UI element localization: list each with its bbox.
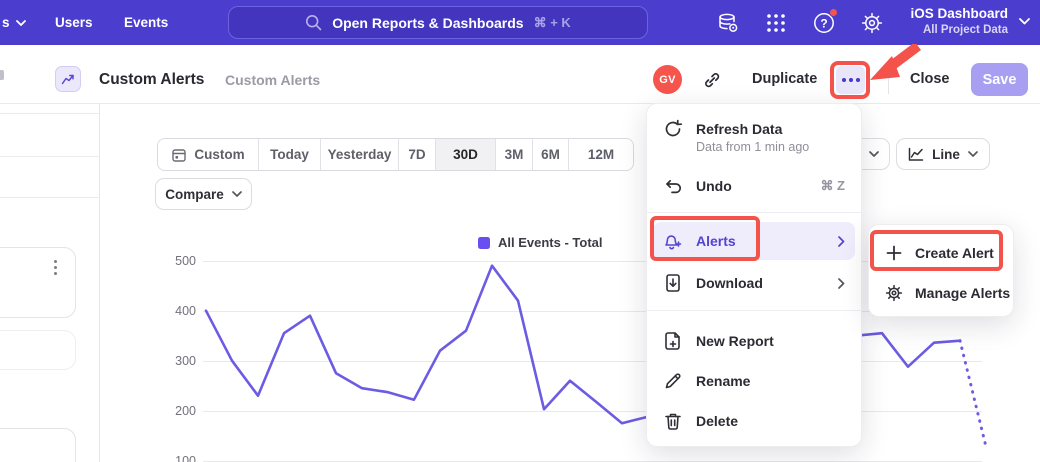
menu-item-delete[interactable]: Delete — [647, 402, 861, 440]
y-axis-tick: 100 — [158, 454, 196, 462]
undo-shortcut: ⌘ Z — [820, 178, 845, 194]
sidebar-card[interactable] — [0, 247, 76, 318]
menu-separator — [647, 212, 861, 213]
top-navbar: s Users Events Open Reports & Dashboards… — [0, 0, 1040, 45]
project-selector[interactable]: iOS Dashboard All Project Data — [910, 5, 1008, 37]
report-subtitle: Custom Alerts — [225, 72, 320, 88]
refresh-icon — [663, 119, 683, 139]
date-range-7d[interactable]: 7D — [399, 139, 436, 170]
chevron-down-icon — [968, 151, 978, 157]
save-button[interactable]: Save — [971, 63, 1028, 96]
menu-item-new-report[interactable]: New Report — [647, 322, 861, 360]
y-axis-tick: 200 — [158, 404, 196, 418]
refresh-data-subtext: Data from 1 min ago — [696, 140, 809, 154]
chevron-down-icon — [1019, 18, 1030, 25]
gear-icon — [885, 284, 903, 302]
app-root: s Users Events Open Reports & Dashboards… — [0, 0, 1040, 462]
menu-item-download[interactable]: Download — [647, 264, 861, 302]
new-report-icon — [663, 331, 683, 351]
menu-item-rename[interactable]: Rename — [647, 362, 861, 400]
sidebar-divider — [0, 156, 99, 157]
date-range-today[interactable]: Today — [259, 139, 321, 170]
y-axis-tick: 500 — [158, 254, 196, 268]
legend-item-all-events-total[interactable]: All Events - Total — [478, 235, 603, 250]
line-chart-icon — [908, 147, 924, 162]
avatar[interactable]: GV — [653, 65, 682, 94]
date-range-6m[interactable]: 6M — [533, 139, 569, 170]
search-shortcut: ⌘ + K — [534, 15, 571, 31]
gridline — [203, 361, 982, 362]
chevron-down-icon — [869, 151, 879, 157]
more-dot — [842, 78, 846, 82]
chevron-right-icon — [838, 278, 845, 289]
collapsed-edge-element — [0, 70, 4, 80]
report-header: Custom Alerts Custom Alerts GV Duplicate… — [0, 45, 1040, 104]
global-search-input[interactable]: Open Reports & Dashboards ⌘ + K — [228, 6, 648, 39]
card-kebab-menu-icon[interactable] — [52, 258, 59, 277]
sidebar-card[interactable] — [0, 330, 76, 370]
menu-item-undo[interactable]: Undo ⌘ Z — [647, 168, 861, 204]
date-range-yesterday[interactable]: Yesterday — [321, 139, 399, 170]
compare-button[interactable]: Compare — [155, 178, 252, 210]
submenu-item-create-alert[interactable]: Create Alert — [869, 235, 1013, 271]
calendar-icon — [171, 147, 187, 163]
date-range-segmented-control: Custom Today Yesterday 7D 30D 3M 6M 12M — [157, 138, 634, 171]
download-icon — [663, 273, 683, 293]
more-options-menu: Refresh Data Data from 1 min ago Undo ⌘ … — [646, 103, 862, 447]
header-divider — [888, 66, 889, 94]
search-placeholder: Open Reports & Dashboards — [332, 15, 523, 31]
chevron-down-icon — [232, 191, 242, 197]
settings-gear-icon[interactable] — [860, 11, 884, 35]
more-options-button[interactable] — [836, 66, 865, 94]
menu-item-alerts[interactable]: Alerts — [653, 222, 855, 260]
help-icon[interactable]: ? — [812, 11, 836, 35]
close-button[interactable]: Close — [910, 71, 950, 87]
search-icon — [305, 14, 322, 31]
svg-text:?: ? — [820, 17, 827, 31]
y-axis-tick: 400 — [158, 304, 196, 318]
chevron-right-icon — [838, 236, 845, 247]
y-axis-tick: 300 — [158, 354, 196, 368]
gridline — [203, 261, 982, 262]
sidebar-card[interactable] — [0, 428, 76, 462]
date-range-30d-selected[interactable]: 30D — [436, 139, 496, 170]
menu-separator — [647, 310, 861, 311]
date-range-12m[interactable]: 12M — [569, 139, 633, 170]
project-name: iOS Dashboard — [910, 5, 1008, 23]
trash-icon — [663, 411, 683, 431]
notification-dot — [829, 8, 838, 17]
gridline — [203, 311, 982, 312]
date-range-3m[interactable]: 3M — [496, 139, 533, 170]
apps-grid-icon[interactable] — [764, 11, 788, 35]
legend-swatch — [478, 237, 490, 249]
sidebar-divider — [0, 113, 99, 114]
undo-icon — [663, 176, 683, 196]
nav-item-events[interactable]: Events — [124, 0, 168, 45]
date-range-custom[interactable]: Custom — [158, 139, 259, 170]
legend-label: All Events - Total — [498, 235, 603, 250]
pencil-icon — [663, 371, 683, 391]
submenu-item-manage-alerts[interactable]: Manage Alerts — [869, 275, 1013, 311]
report-type-line-chart-icon — [55, 66, 81, 92]
copy-link-icon[interactable] — [700, 68, 724, 92]
nav-item-truncated-label: s — [2, 15, 10, 30]
chevron-down-icon — [16, 20, 26, 26]
chart-type-dropdown[interactable]: Line — [896, 138, 990, 170]
nav-item-truncated[interactable]: s — [2, 0, 26, 45]
gridline — [203, 411, 982, 412]
bell-plus-icon — [663, 231, 683, 251]
data-management-icon[interactable] — [716, 11, 740, 35]
duplicate-button[interactable]: Duplicate — [752, 71, 817, 87]
content-divider — [99, 104, 100, 462]
page-title: Custom Alerts — [99, 71, 204, 89]
sidebar-divider — [0, 197, 99, 198]
project-scope: All Project Data — [910, 23, 1008, 37]
nav-item-users[interactable]: Users — [55, 0, 93, 45]
alerts-submenu: Create Alert Manage Alerts — [868, 224, 1014, 317]
plus-icon — [885, 244, 903, 262]
chart-series-projected-dotted — [960, 341, 986, 447]
